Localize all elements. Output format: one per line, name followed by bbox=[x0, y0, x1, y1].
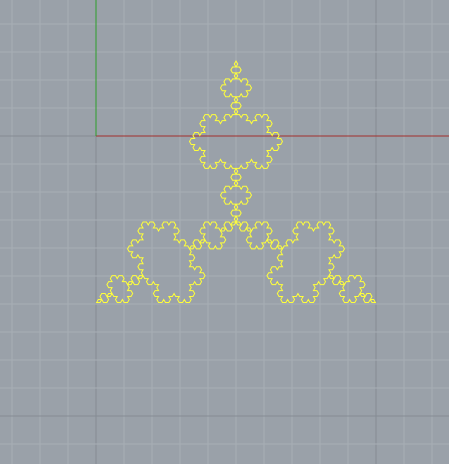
construction-grid bbox=[0, 0, 449, 464]
viewport-canvas[interactable] bbox=[0, 0, 449, 464]
world-axes bbox=[95, 0, 449, 137]
perspective-viewport[interactable] bbox=[0, 0, 449, 464]
